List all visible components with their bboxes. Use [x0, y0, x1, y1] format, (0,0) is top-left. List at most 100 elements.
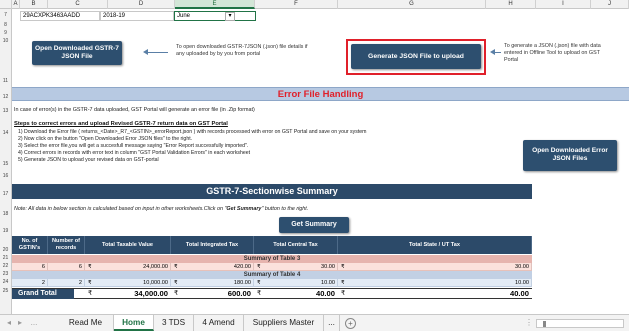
tab-read-me[interactable]: Read Me — [58, 315, 114, 331]
table4-title: Summary of Table 4 — [12, 271, 532, 279]
row-num-20[interactable]: 20 — [0, 236, 12, 254]
select-all-corner[interactable] — [0, 0, 12, 9]
open-gstr7-json-label-1: Open Downloaded GSTR-7 — [35, 45, 119, 52]
open-error-json-label-2: JSON Files — [552, 155, 588, 162]
column-header-bar: A B C D E F G H I J — [0, 0, 629, 9]
sheet-tabs-bar: ◂ ▸ ... Read Me Home 3 TDS 4 Amend Suppl… — [0, 314, 629, 331]
summary-header-row: No. of GSTIN's Number of records Total T… — [12, 236, 532, 254]
tab-ellipsis[interactable]: ... — [28, 317, 40, 329]
step-1: 1) Download the Error file ( returns_<Da… — [18, 129, 367, 135]
col-header-a[interactable]: A — [12, 0, 20, 9]
gstin-cell[interactable]: 29ACXPK3463AADD — [20, 11, 100, 21]
row-num-7[interactable]: 7 — [0, 9, 12, 21]
tab-scroll-left-icon[interactable]: ◂ — [4, 317, 14, 329]
grand-total-label: Grand Total — [12, 289, 74, 299]
col-header-f[interactable]: F — [255, 0, 338, 9]
step-2: 2) Now click on the button "Open Downloa… — [18, 136, 193, 142]
row-num-23[interactable]: 23 — [0, 270, 12, 278]
step-4: 4) Correct errors in records with error … — [18, 150, 251, 156]
t4-cgst[interactable]: 10.00 — [254, 279, 338, 287]
tab-4-amend[interactable]: 4 Amend — [194, 315, 244, 331]
row-num-9[interactable]: 9 — [0, 29, 12, 37]
col-header-j[interactable]: J — [591, 0, 629, 9]
row-num-17[interactable]: 17 — [0, 184, 12, 204]
summary-note: Note: All data in below section is calcu… — [14, 206, 309, 212]
row-num-24[interactable]: 24 — [0, 278, 12, 286]
step-3: 3) Select the error file,you will get a … — [18, 143, 249, 149]
col-header-h[interactable]: H — [486, 0, 536, 9]
step-5: 5) Generate JSON to upload your revised … — [18, 157, 159, 163]
add-sheet-icon[interactable]: + — [345, 318, 356, 329]
scroll-thumb[interactable] — [543, 321, 546, 327]
open-error-json-button[interactable]: Open Downloaded Error JSON Files — [523, 140, 617, 171]
grand-total-taxable[interactable]: 34,000.00 — [85, 289, 171, 300]
t3-cgst[interactable]: 30.00 — [254, 263, 338, 271]
col-header-g[interactable]: G — [338, 0, 486, 9]
open-gstr7-json-button[interactable]: Open Downloaded GSTR-7 JSON File — [32, 41, 122, 65]
col-header-i[interactable]: I — [536, 0, 591, 9]
table3-row: 6 6 ₹ 24,000.00 ₹ 420.00 ₹ 30.00 ₹ 30.00 — [12, 263, 532, 271]
col-header-d[interactable]: D — [108, 0, 175, 9]
error-handling-title: Error File Handling — [277, 89, 364, 100]
row-num-13[interactable]: 13 — [0, 104, 12, 118]
t3-sgst[interactable]: 30.00 — [338, 263, 532, 271]
row-num-25[interactable]: 25 — [0, 286, 12, 314]
row-num-11[interactable]: 11 — [0, 45, 12, 86]
tab-scroll-right-icon[interactable]: ▸ — [15, 317, 25, 329]
col-header-b[interactable]: B — [20, 0, 48, 9]
t3-igst[interactable]: 420.00 — [171, 263, 254, 271]
t4-gstins[interactable]: 2 — [12, 279, 48, 287]
col-header-e[interactable]: E — [175, 0, 255, 9]
grand-total-cgst[interactable]: 40.00 — [254, 289, 338, 300]
grand-total-igst[interactable]: 600.00 — [171, 289, 254, 300]
t4-sgst[interactable]: 10.00 — [338, 279, 532, 287]
row-num-22[interactable]: 22 — [0, 262, 12, 270]
horizontal-scrollbar[interactable]: ⋮ — [525, 318, 624, 328]
financial-year-cell[interactable]: 2018-19 — [100, 11, 174, 21]
row-num-12[interactable]: 12 — [0, 86, 12, 104]
month-dropdown-arrow[interactable]: ▾ — [225, 12, 235, 21]
month-cell[interactable]: June — [174, 11, 256, 21]
tab-suppliers-master[interactable]: Suppliers Master — [244, 315, 324, 331]
steps-title: Steps to correct errors and upload Revis… — [14, 121, 228, 127]
header-records: Number of records — [48, 236, 85, 254]
tab-more[interactable]: ... — [324, 315, 340, 331]
scroll-divider-icon[interactable]: ⋮ — [525, 318, 533, 327]
error-handling-band: Error File Handling — [12, 87, 629, 101]
grand-total-row: Grand Total ₹ 34,000.00 ₹ 600.00 ₹ 40.00… — [12, 288, 532, 299]
tab-home[interactable]: Home — [114, 315, 154, 331]
generate-info: To generate a JSON (.json) file with dat… — [504, 43, 601, 63]
header-taxable-value: Total Taxable Value — [85, 236, 171, 254]
t4-taxable[interactable]: 10,000.00 — [85, 279, 171, 287]
row-num-8[interactable]: 8 — [0, 21, 12, 29]
open-gstr7-json-label-2: JSON File — [61, 53, 93, 60]
tab-3-tds[interactable]: 3 TDS — [154, 315, 194, 331]
sheet-grid: 29ACXPK3463AADD 2018-19 June ▾ Open Down… — [12, 9, 629, 314]
t3-records[interactable]: 6 — [48, 263, 85, 271]
summary-title: GSTR-7-Sectionwise Summary — [12, 184, 532, 199]
get-summary-button[interactable]: Get Summary — [279, 217, 349, 233]
row-num-16[interactable]: 16 — [0, 168, 12, 184]
row-num-18[interactable]: 18 — [0, 204, 12, 224]
table3-title: Summary of Table 3 — [12, 255, 532, 263]
arrow-line — [495, 52, 501, 53]
table4-row: 2 2 ₹ 10,000.00 ₹ 180.00 ₹ 10.00 ₹ 10.00 — [12, 279, 532, 287]
open-json-info: To open downloaded GSTR-7JSON (.json) fi… — [176, 44, 308, 57]
col-header-c[interactable]: C — [48, 0, 108, 9]
t4-igst[interactable]: 180.00 — [171, 279, 254, 287]
t3-taxable[interactable]: 24,000.00 — [85, 263, 171, 271]
row-num-15[interactable]: 15 — [0, 148, 12, 168]
header-state-tax: Total State / UT Tax — [338, 236, 532, 254]
generate-json-button[interactable]: Generate JSON File to upload — [351, 44, 481, 69]
header-central-tax: Total Central Tax — [254, 236, 338, 254]
row-num-10[interactable]: 10 — [0, 37, 12, 45]
row-num-19[interactable]: 19 — [0, 224, 12, 236]
open-error-json-label-1: Open Downloaded Error — [532, 147, 608, 154]
grand-total-sgst[interactable]: 40.00 — [338, 289, 532, 300]
header-integrated-tax: Total Integrated Tax — [171, 236, 254, 254]
row-num-14[interactable]: 14 — [0, 118, 12, 148]
t4-records[interactable]: 2 — [48, 279, 85, 287]
row-num-21[interactable]: 21 — [0, 254, 12, 262]
error-note: In case of error(s) in the GSTR-7 data u… — [14, 107, 255, 113]
t3-gstins[interactable]: 6 — [12, 263, 48, 271]
